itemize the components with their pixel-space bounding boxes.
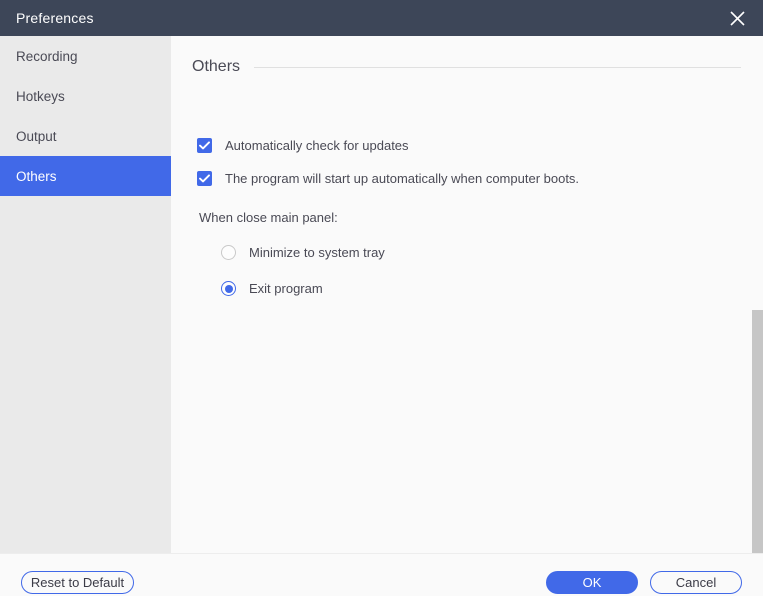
radio-label: Exit program <box>249 281 323 296</box>
radio-minimize-to-tray[interactable] <box>221 245 236 260</box>
close-icon <box>729 10 746 27</box>
window-title: Preferences <box>16 10 94 26</box>
radio-row-minimize-to-tray[interactable]: Minimize to system tray <box>221 245 385 260</box>
close-panel-group-label: When close main panel: <box>199 210 338 225</box>
settings-panel: Others Automatically check for updates T… <box>171 36 763 553</box>
sidebar-item-others[interactable]: Others <box>0 156 171 196</box>
check-icon <box>199 141 210 150</box>
reset-to-default-button[interactable]: Reset to Default <box>21 571 134 594</box>
sidebar: Recording Hotkeys Output Others <box>0 36 171 553</box>
dialog-footer: Reset to Default OK Cancel <box>0 553 763 596</box>
sidebar-item-label: Recording <box>16 48 78 64</box>
checkbox-label: Automatically check for updates <box>225 138 409 153</box>
radio-exit-program[interactable] <box>221 281 236 296</box>
sidebar-item-label: Others <box>16 168 57 184</box>
checkbox-row-startup[interactable]: The program will start up automatically … <box>197 171 579 186</box>
radio-label: Minimize to system tray <box>249 245 385 260</box>
section-divider <box>254 66 741 68</box>
sidebar-item-output[interactable]: Output <box>0 116 171 156</box>
scrollbar-thumb[interactable] <box>752 310 763 553</box>
section-header: Others <box>192 58 741 76</box>
checkbox-startup[interactable] <box>197 171 212 186</box>
check-icon <box>199 174 210 183</box>
checkbox-label: The program will start up automatically … <box>225 171 580 186</box>
close-button[interactable] <box>711 0 763 36</box>
sidebar-item-label: Hotkeys <box>16 88 65 104</box>
sidebar-item-recording[interactable]: Recording <box>0 36 171 76</box>
sidebar-item-hotkeys[interactable]: Hotkeys <box>0 76 171 116</box>
scrollbar-track[interactable] <box>752 36 763 553</box>
checkbox-row-auto-update[interactable]: Automatically check for updates <box>197 138 409 153</box>
sidebar-item-label: Output <box>16 128 57 144</box>
window-titlebar: Preferences <box>0 0 763 36</box>
cancel-button[interactable]: Cancel <box>650 571 742 594</box>
page-title: Others <box>192 58 241 75</box>
radio-row-exit-program[interactable]: Exit program <box>221 281 323 296</box>
ok-button[interactable]: OK <box>546 571 638 594</box>
checkbox-auto-update[interactable] <box>197 138 212 153</box>
